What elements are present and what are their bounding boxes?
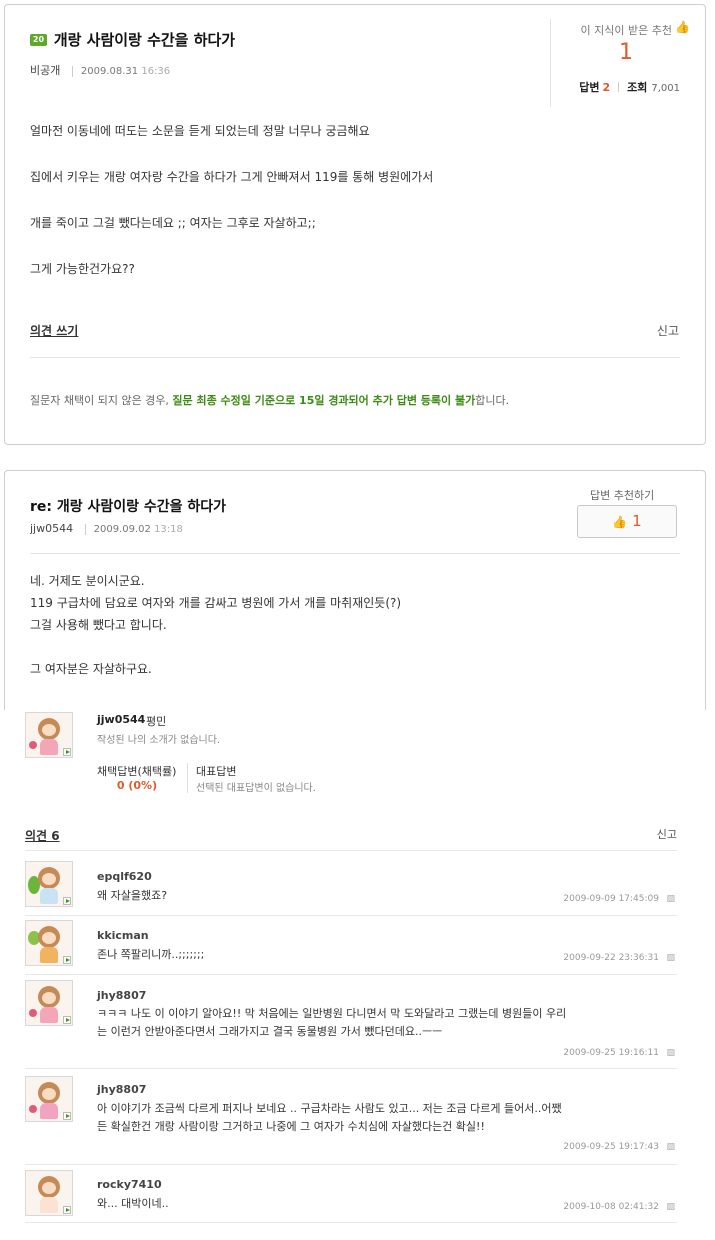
monkey-avatar-icon[interactable] <box>25 1076 73 1122</box>
answer-meta: jjw0544 2009.09.02 13:18 <box>30 522 183 535</box>
profile-rank: 평민 <box>146 715 167 728</box>
write-opinion-link[interactable]: 의견 쓰기 <box>30 322 78 339</box>
views-label: 조회 <box>627 81 648 94</box>
thumbs-up-icon: 👍 <box>612 515 628 529</box>
lock-icon: ▨ <box>666 1142 675 1152</box>
answer-recommend-button[interactable]: 👍 1 <box>577 505 677 538</box>
thumbs-up-icon[interactable]: 👍 <box>675 20 690 34</box>
selected-answers-label: 채택답변(채택률) <box>97 765 177 778</box>
representative-answer-value: 선택된 대표답변이 없습니다. <box>196 783 316 794</box>
answers-label: 답변 <box>579 81 600 94</box>
recommend-count: 1 <box>619 40 633 65</box>
divider <box>187 763 188 793</box>
divider <box>25 850 677 851</box>
report-link[interactable]: 신고 <box>657 322 679 339</box>
question-card: 20 개랑 사람이랑 수간을 하다가 비공개 2009.08.31 16:36 … <box>4 4 706 445</box>
question-stats: 답변 2 조회 7,001 <box>579 79 680 95</box>
comments-report-link[interactable]: 신고 <box>657 826 677 842</box>
comment-user[interactable]: jhy8807 <box>97 1083 146 1096</box>
comment-user[interactable]: epqlf620 <box>97 870 152 883</box>
question-stats-panel: 이 지식이 받은 추천 👍 1 답변 2 조회 7,001 <box>550 19 698 107</box>
monkey-avatar-icon[interactable] <box>25 980 73 1026</box>
question-title: 개랑 사람이랑 수간을 하다가 <box>53 31 236 49</box>
divider <box>25 974 677 975</box>
comment-text: ㅋㅋㅋ 나도 이 이야기 알아요!! 막 처음에는 일반병원 다니면서 막 도와… <box>97 1007 567 1038</box>
comment-item: kkicman 존나 쪽팔리니까..;;;;;;; 2009-09-22 23:… <box>25 920 677 970</box>
answer-card: re: 개랑 사람이랑 수간을 하다가 jjw0544 2009.09.02 1… <box>4 470 706 710</box>
question-time: 16:36 <box>141 66 171 77</box>
profile-name[interactable]: jjw0544 <box>97 713 145 726</box>
lock-icon: ▨ <box>666 894 675 904</box>
lock-icon: ▨ <box>666 953 675 963</box>
stats-divider <box>618 82 620 92</box>
comment-date: 2009-09-22 23:36:31 <box>563 953 659 963</box>
comment-item: jhy8807 ㅋㅋㅋ 나도 이 이야기 알아요!! 막 처음에는 일반병원 다… <box>25 980 677 1065</box>
divider <box>25 915 677 916</box>
lock-icon: ▨ <box>666 1202 675 1212</box>
comment-date: 2009-09-25 19:16:11 <box>563 1048 659 1058</box>
views-count: 7,001 <box>651 83 680 94</box>
answer-recommend-label: 답변 추천하기 <box>590 489 655 502</box>
answer-title: re: 개랑 사람이랑 수간을 하다가 <box>30 499 227 515</box>
comment-text: 존나 쪽팔리니까..;;;;;;; <box>97 948 205 961</box>
comment-user[interactable]: kkicman <box>97 929 149 942</box>
answer-date: 2009.09.02 13:18 <box>84 524 183 535</box>
divider <box>30 553 680 554</box>
comment-date: 2009-09-25 19:17:43 <box>563 1142 659 1152</box>
question-body-line: 얼마전 이동네에 떠도는 소문을 듣게 되었는데 정말 너무나 궁금해요 <box>30 124 370 138</box>
comment-item: rocky7410 와... 대박이네.. 2009-10-08 02:41:3… <box>25 1170 677 1220</box>
answers-count: 2 <box>602 81 611 94</box>
comment-item: jhy8807 아 이야기가 조금씩 다르게 퍼지나 보네요 .. 구급차라는 … <box>25 1076 677 1161</box>
monkey-avatar-icon[interactable] <box>25 861 73 907</box>
monkey-avatar-icon[interactable] <box>25 712 73 758</box>
question-body-line: 집에서 키우는 개랑 여자랑 수간을 하다가 그게 안빠져서 119를 통해 병… <box>30 170 434 184</box>
comment-text: 아 이야기가 조금씩 다르게 퍼지나 보네요 .. 구급차라는 사람도 있고..… <box>97 1102 562 1133</box>
monkey-avatar-icon[interactable] <box>25 1170 73 1216</box>
question-date: 2009.08.31 16:36 <box>71 66 171 77</box>
question-body-line: 개를 죽이고 그걸 뺐다는데요 ;; 여자는 그후로 자살하고;; <box>30 216 316 230</box>
representative-answer-label: 대표답변 <box>196 765 237 778</box>
notice-text-end: 합니다. <box>475 394 510 407</box>
question-date-value: 2009.08.31 <box>80 66 139 77</box>
comment-user[interactable]: jhy8807 <box>97 989 146 1002</box>
answer-body-line: 네. 거제도 분이시군요. <box>30 574 145 588</box>
recommend-label: 이 지식이 받은 추천 <box>580 24 672 37</box>
comment-date: 2009-09-09 17:45:09 <box>563 894 659 904</box>
question-meta: 비공개 2009.08.31 16:36 <box>30 62 171 78</box>
lock-icon: ▨ <box>666 1048 675 1058</box>
question-body: 얼마전 이동네에 떠도는 소문을 듣게 되었는데 정말 너무나 궁금해요 집에서… <box>30 123 680 307</box>
comment-date: 2009-10-08 02:41:32 <box>563 1202 659 1212</box>
answer-body-line: 119 구급차에 담요로 여자와 개를 감싸고 병원에 가서 개를 마취재인듯(… <box>30 596 402 610</box>
answer-body-line: 그 여자분은 자살하구요. <box>30 662 152 676</box>
comment-item: epqlf620 왜 자살을했죠? 2009-09-09 17:45:09 ▨ <box>25 861 677 911</box>
question-author: 비공개 <box>30 64 61 77</box>
divider <box>25 1068 677 1069</box>
notice-text: 질문자 채택이 되지 않은 경우, <box>30 394 173 407</box>
answer-body-gap <box>30 636 401 658</box>
question-header: 20 개랑 사람이랑 수간을 하다가 <box>30 29 535 50</box>
answer-body: 네. 거제도 분이시군요. 119 구급차에 담요로 여자와 개를 감싸고 병원… <box>30 570 401 680</box>
level-badge: 20 <box>30 34 47 46</box>
divider <box>25 1164 677 1165</box>
answer-recommend-count: 1 <box>632 512 642 530</box>
comment-text: 와... 대박이네.. <box>97 1197 169 1210</box>
notice-highlight: 질문 최종 수정일 기준으로 15일 경과되어 추가 답변 등록이 불가 <box>172 394 476 407</box>
monkey-avatar-icon[interactable] <box>25 920 73 966</box>
question-body-line: 그게 가능한건가요?? <box>30 262 135 276</box>
answer-author[interactable]: jjw0544 <box>30 522 73 535</box>
answer-body-line: 그걸 사용해 뺐다고 합니다. <box>30 618 167 632</box>
profile-intro: 작성된 나의 소개가 없습니다. <box>97 735 221 746</box>
answer-closed-notice: 질문자 채택이 되지 않은 경우, 질문 최종 수정일 기준으로 15일 경과되… <box>30 392 509 408</box>
comment-user[interactable]: rocky7410 <box>97 1178 162 1191</box>
answer-date-value: 2009.09.02 <box>93 524 151 535</box>
comment-text: 왜 자살을했죠? <box>97 889 168 902</box>
answer-time: 13:18 <box>154 524 183 535</box>
divider <box>30 357 680 358</box>
divider <box>25 1222 677 1223</box>
comments-header[interactable]: 의견 6 <box>25 827 60 844</box>
selected-answers-value: 0 (0%) <box>116 779 158 792</box>
